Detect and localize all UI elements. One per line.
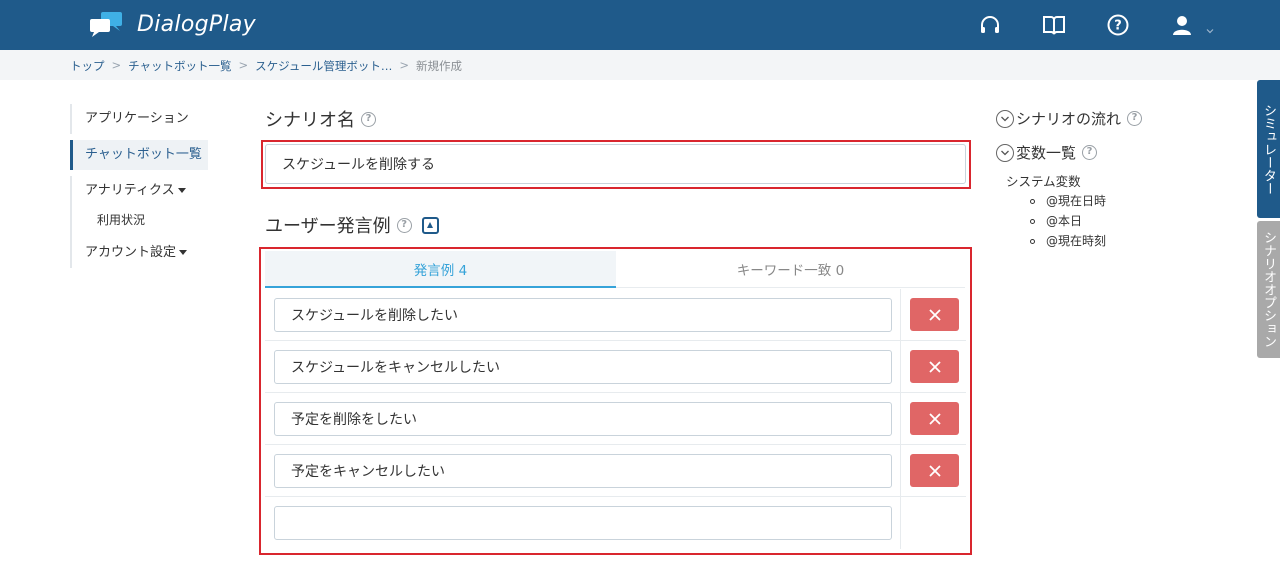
help-icon[interactable]: ?: [1082, 145, 1098, 160]
scenario-options-side-tab[interactable]: シナリオオプション: [1257, 221, 1280, 358]
sidebar-item-account-settings[interactable]: アカウント設定: [70, 238, 210, 268]
delete-button[interactable]: [910, 454, 959, 487]
breadcrumb-chatbot-list[interactable]: チャットボット一覧: [128, 58, 231, 74]
variable-name: @現在時刻: [1046, 234, 1107, 248]
chevron-down-icon: [996, 143, 1014, 162]
breadcrumb-separator: >: [238, 58, 249, 72]
sidebar-item-analytics[interactable]: アナリティクス: [70, 176, 210, 206]
breadcrumb-separator: >: [111, 58, 122, 72]
chevron-down-icon: [996, 109, 1014, 128]
user-icon[interactable]: [1170, 13, 1194, 37]
utterances-title: ユーザー発言例: [265, 216, 391, 237]
close-icon: [928, 308, 941, 321]
variables-toggle[interactable]: 変数一覧 ?: [996, 142, 1098, 163]
close-icon: [928, 360, 941, 373]
variable-name: @本日: [1046, 214, 1083, 228]
utterance-text: 予定を削除をしたい: [291, 412, 417, 428]
list-item: @本日: [1030, 211, 1106, 231]
help-icon[interactable]: ?: [361, 111, 376, 127]
scenario-flow-toggle[interactable]: シナリオの流れ ?: [996, 108, 1143, 129]
sidebar-item-label: 利用状況: [97, 213, 146, 227]
list-item: @現在時刻: [1030, 231, 1106, 251]
list-item: @現在日時: [1030, 191, 1106, 211]
svg-text:?: ?: [1114, 19, 1122, 34]
new-utterance-input[interactable]: [274, 506, 892, 540]
chevron-down-icon[interactable]: [1206, 20, 1214, 34]
headset-icon[interactable]: [978, 13, 1002, 37]
utterance-input[interactable]: 予定をキャンセルしたい: [274, 454, 892, 488]
options-tab-label: シナリオオプション: [1261, 231, 1276, 348]
tab-examples[interactable]: 発言例 4: [265, 251, 616, 288]
table-row: スケジュールを削除したい: [265, 289, 966, 341]
sidebar-item-chatbot-list[interactable]: チャットボット一覧: [70, 140, 208, 170]
help-icon[interactable]: ?: [396, 217, 412, 233]
table-row: スケジュールをキャンセルしたい: [265, 341, 966, 393]
close-icon: [928, 412, 941, 425]
sidebar-item-label: チャットボット一覧: [85, 147, 202, 162]
utterance-input[interactable]: スケジュールを削除したい: [274, 298, 892, 332]
help-icon[interactable]: ?: [1127, 111, 1143, 126]
scenario-flow-label: シナリオの流れ: [1016, 110, 1122, 128]
sidebar-item-label: アナリティクス: [85, 183, 175, 198]
table-row: 予定を削除をしたい: [265, 393, 966, 445]
breadcrumb-current: 新規作成: [416, 59, 463, 73]
caret-down-icon: [179, 250, 188, 255]
sidebar-item-usage[interactable]: 利用状況: [70, 206, 210, 234]
caret-down-icon: [177, 188, 186, 193]
scenario-name-value: スケジュールを削除する: [282, 157, 436, 173]
utterance-text: 予定をキャンセルしたい: [291, 464, 445, 480]
simulator-side-tab[interactable]: シミュレーター: [1257, 80, 1280, 218]
utterance-text: スケジュールをキャンセルしたい: [291, 360, 501, 376]
help-icon[interactable]: ?: [1106, 13, 1130, 37]
scenario-name-heading: シナリオ名 ?: [265, 106, 376, 132]
breadcrumb-top[interactable]: トップ: [70, 58, 105, 74]
scenario-name-input[interactable]: スケジュールを削除する: [265, 144, 966, 184]
system-variables-list: @現在日時 @本日 @現在時刻: [1030, 191, 1106, 251]
sidebar: アプリケーション チャットボット一覧 アナリティクス 利用状況 アカウント設定: [70, 104, 210, 268]
table-row: 予定をキャンセルしたい: [265, 445, 966, 497]
breadcrumb-bot[interactable]: スケジュール管理ボット…: [255, 58, 392, 74]
system-variables-label: システム変数: [1006, 174, 1081, 189]
dialogplay-logo-icon[interactable]: [88, 11, 124, 39]
collapse-toggle-icon[interactable]: [421, 216, 439, 234]
table-row: [265, 497, 966, 549]
sidebar-item-applications[interactable]: アプリケーション: [70, 104, 210, 134]
utterance-tabs: 発言例 4 キーワード一致 0: [265, 251, 965, 288]
delete-button[interactable]: [910, 402, 959, 435]
utterance-input[interactable]: 予定を削除をしたい: [274, 402, 892, 436]
utterance-input[interactable]: スケジュールをキャンセルしたい: [274, 350, 892, 384]
variable-name: @現在日時: [1046, 194, 1107, 208]
sidebar-item-label: アカウント設定: [85, 245, 177, 260]
utterance-table: スケジュールを削除したい スケジュールをキャンセルしたい 予定を削除をしたい 予…: [265, 289, 966, 549]
scenario-name-title: シナリオ名: [265, 110, 355, 131]
breadcrumb: トップ > チャットボット一覧 > スケジュール管理ボット… > 新規作成: [70, 58, 462, 74]
breadcrumb-bar: トップ > チャットボット一覧 > スケジュール管理ボット… > 新規作成: [0, 50, 1280, 80]
utterance-text: スケジュールを削除したい: [291, 308, 459, 324]
utterances-heading: ユーザー発言例 ?: [265, 212, 439, 238]
delete-button[interactable]: [910, 298, 959, 331]
book-icon[interactable]: [1042, 13, 1066, 37]
variables-label: 変数一覧: [1016, 144, 1077, 162]
app-name[interactable]: DialogPlay: [137, 12, 256, 37]
delete-button[interactable]: [910, 350, 959, 383]
sidebar-item-label: アプリケーション: [85, 111, 189, 126]
breadcrumb-separator: >: [399, 58, 410, 72]
simulator-tab-label: シミュレーター: [1261, 103, 1276, 195]
top-header: DialogPlay ?: [0, 0, 1280, 50]
close-icon: [928, 464, 941, 477]
tab-keyword-match[interactable]: キーワード一致 0: [616, 251, 965, 288]
